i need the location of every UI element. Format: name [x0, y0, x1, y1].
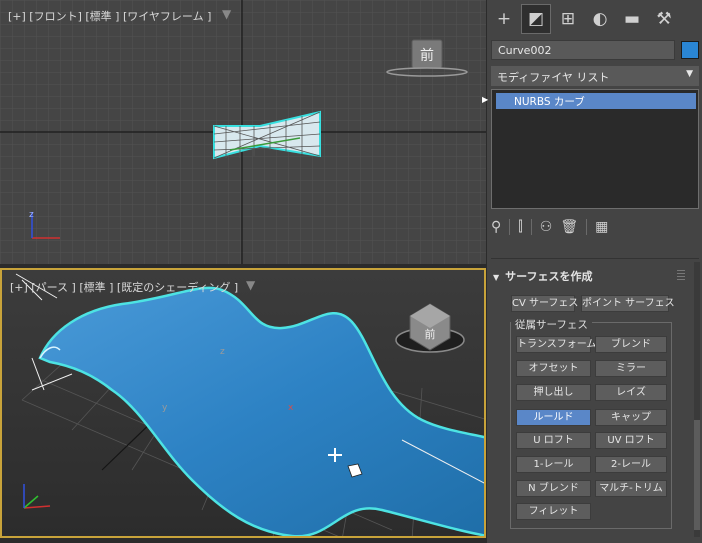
- stack-item-label: NURBS カーブ: [514, 96, 585, 108]
- stack-toolbar: ⚲ ⫿ ⚇ 🗑 ▦: [491, 216, 699, 238]
- cap-surface-button[interactable]: キャップ: [595, 409, 667, 426]
- transform-surface-button[interactable]: トランスフォーム: [516, 336, 597, 353]
- toolbar-separator: [530, 219, 532, 235]
- rollout-title: サーフェスを作成: [505, 270, 593, 283]
- modifier-stack[interactable]: ▶ NURBS カーブ: [482, 89, 699, 209]
- perspective-viewport-canvas[interactable]: z y x 前: [2, 270, 486, 538]
- toolbar-separator: [586, 219, 588, 235]
- modify-tab-icon[interactable]: ◩: [521, 4, 551, 34]
- viewcube-label: 前: [420, 47, 434, 64]
- utilities-tab-icon[interactable]: ⚒: [649, 4, 679, 34]
- configure-modifier-sets-icon[interactable]: ▦: [595, 219, 608, 235]
- point-surface-button[interactable]: ポイント サーフェス: [581, 295, 675, 312]
- motion-tab-icon[interactable]: ◐: [585, 4, 615, 34]
- front-viewport-label[interactable]: [+] [フロント] [標準 ] [ワイヤフレーム ]: [8, 8, 211, 24]
- remove-modifier-icon[interactable]: 🗑: [560, 219, 578, 235]
- hierarchy-tab-icon[interactable]: ⊞: [553, 4, 583, 34]
- collapse-arrow-icon: ▼: [493, 273, 500, 282]
- create-tab-icon[interactable]: +: [489, 4, 519, 34]
- axis-z-label: z: [29, 210, 34, 220]
- offset-surface-button[interactable]: オフセット: [516, 360, 591, 377]
- stack-item-nurbs-curve[interactable]: ▶ NURBS カーブ: [482, 93, 696, 109]
- filter-icon[interactable]: ▼: [222, 7, 231, 21]
- command-panel-tabs: + ◩ ⊞ ◐ ▬ ⚒: [487, 4, 702, 38]
- lathe-surface-button[interactable]: レイズ: [595, 384, 667, 401]
- grid-axis-z-label: z: [220, 347, 225, 357]
- front-viewport-canvas[interactable]: 前 z: [0, 0, 486, 264]
- toolbar-separator: [509, 219, 511, 235]
- extrude-surface-button[interactable]: 押し出し: [516, 384, 591, 401]
- uv-loft-surface-button[interactable]: UV ロフト: [595, 432, 667, 449]
- dependent-surfaces-label: 従属サーフェス: [511, 317, 592, 332]
- cv-surface-button[interactable]: CV サーフェス: [511, 295, 578, 312]
- 1-rail-sweep-button[interactable]: 1-レール: [516, 456, 591, 473]
- ruled-surface-button[interactable]: ルールド: [516, 409, 591, 426]
- fillet-surface-button[interactable]: フィレット: [516, 503, 591, 520]
- n-blend-surface-button[interactable]: N ブレンド: [516, 480, 591, 497]
- front-viewport[interactable]: 前 z [+] [フロント] [標準 ] [ワイヤフレーム ] ▼: [0, 0, 486, 264]
- viewcube-label: 前: [425, 327, 436, 341]
- create-surface-rollout-header[interactable]: ▼ サーフェスを作成: [493, 268, 593, 284]
- pin-stack-icon[interactable]: ⚲: [491, 219, 501, 235]
- command-panel: + ◩ ⊞ ◐ ▬ ⚒ Curve002 モディファイヤ リスト ▼ ▶ NUR…: [482, 0, 702, 543]
- dropdown-arrow-icon: ▼: [686, 69, 693, 79]
- object-color-swatch[interactable]: [681, 41, 699, 59]
- u-loft-surface-button[interactable]: U ロフト: [516, 432, 591, 449]
- 2-rail-sweep-button[interactable]: 2-レール: [595, 456, 667, 473]
- panel-divider: [491, 258, 699, 259]
- multi-trim-surface-button[interactable]: マルチ-トリム: [595, 480, 667, 497]
- make-unique-icon[interactable]: ⚇: [540, 219, 553, 235]
- display-tab-icon[interactable]: ▬: [617, 4, 647, 34]
- modifier-list-label: モディファイヤ リスト: [497, 71, 610, 84]
- expand-arrow-icon[interactable]: ▶: [482, 95, 488, 104]
- modifier-list-dropdown[interactable]: モディファイヤ リスト ▼: [491, 66, 699, 86]
- object-name-field[interactable]: Curve002: [491, 40, 675, 60]
- grid-axis-x-label: x: [288, 403, 294, 413]
- perspective-viewport-label[interactable]: [+] [パース ] [標準 ] [既定のシェーディング ]: [10, 279, 238, 295]
- show-end-result-icon[interactable]: ⫿: [518, 219, 522, 235]
- mirror-surface-button[interactable]: ミラー: [595, 360, 667, 377]
- rollout-grip-icon[interactable]: [677, 270, 685, 280]
- filter-icon[interactable]: ▼: [246, 278, 255, 292]
- grid-axis-y-label: y: [162, 403, 168, 413]
- panel-scrollbar-thumb[interactable]: [694, 420, 700, 530]
- blend-surface-button[interactable]: ブレンド: [595, 336, 667, 353]
- perspective-viewport[interactable]: z y x 前 [+] [パース ] [標準 ] [既定のシェーディング ] ▼: [0, 268, 486, 538]
